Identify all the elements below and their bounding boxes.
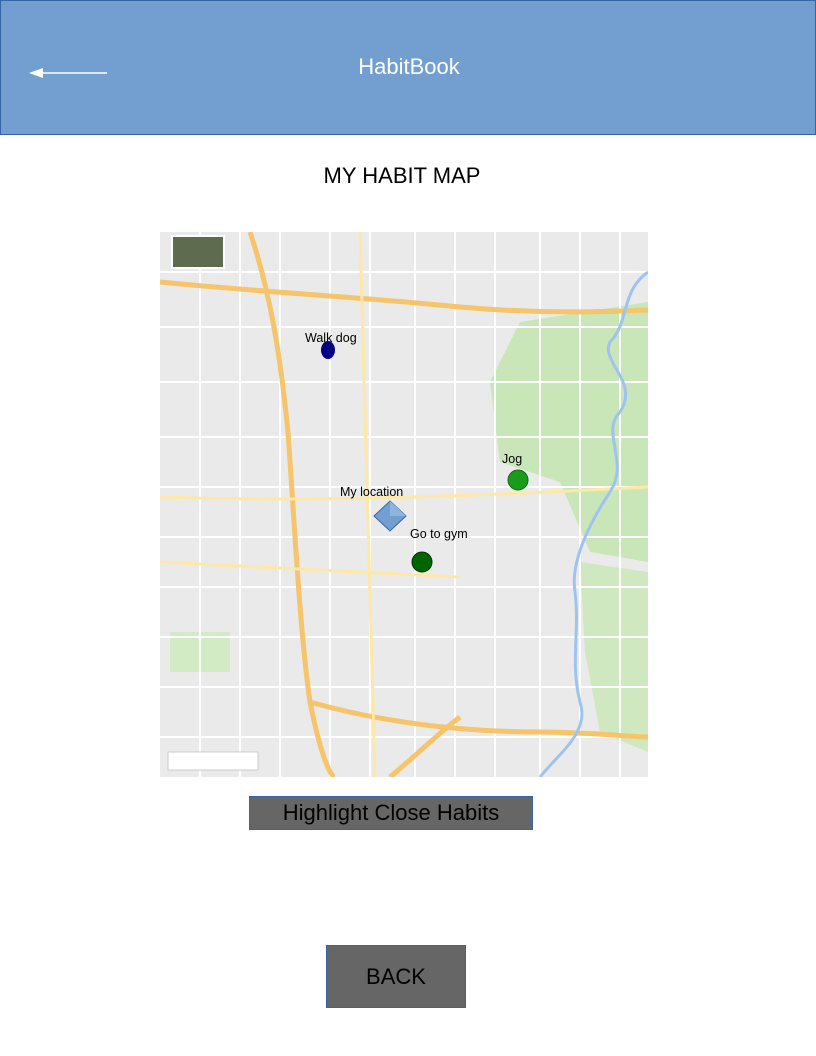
habit-map[interactable]: Walk dog Jog My location Go to gym [160,232,648,777]
marker-label-jog: Jog [502,452,523,466]
app-header: HabitBook [0,0,816,135]
page-title: MY HABIT MAP [323,163,481,188]
marker-label-go-to-gym: Go to gym [410,527,468,541]
highlight-close-habits-button[interactable]: Highlight Close Habits [249,796,533,830]
app-title: HabitBook [358,54,460,79]
back-button[interactable]: BACK [326,945,466,1008]
marker-label-my-location: My location [340,485,404,499]
